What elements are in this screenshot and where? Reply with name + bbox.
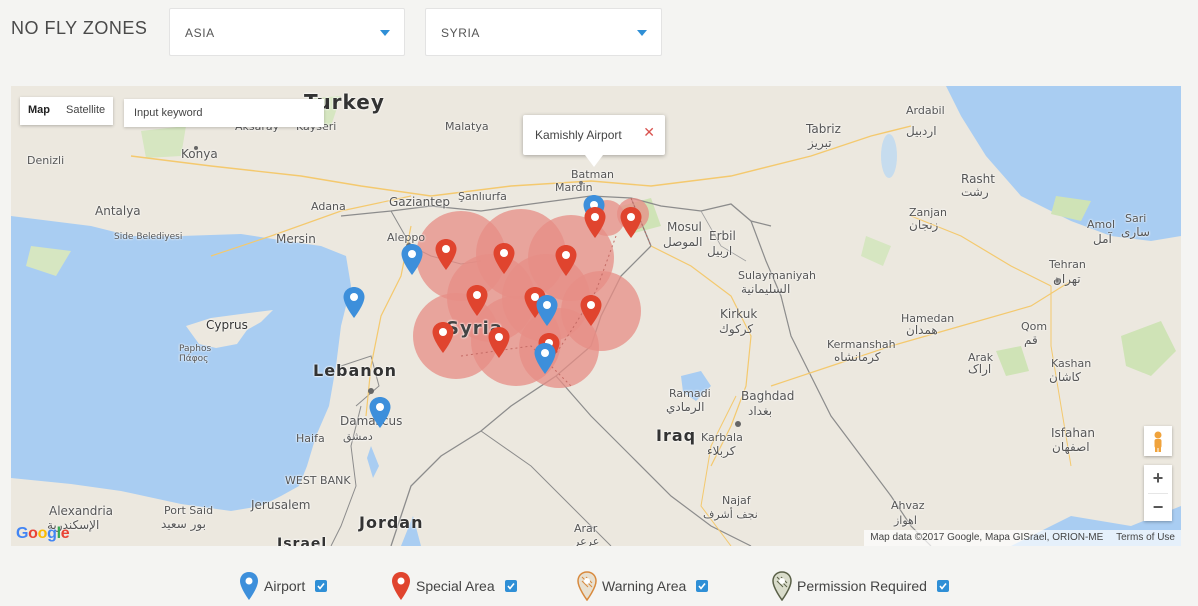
info-window-text: Kamishly Airport (535, 128, 622, 142)
special-area-marker[interactable] (580, 295, 602, 326)
checkmark-icon (506, 583, 515, 590)
google-logo[interactable]: Google (16, 525, 70, 543)
legend-warning-area-label: Warning Area (602, 578, 687, 594)
legend-special-area-label: Special Area (416, 578, 495, 594)
special-area-marker[interactable] (555, 245, 577, 276)
airport-info-window: Kamishly Airport ✕ (523, 115, 665, 167)
google-logo-text: Google (16, 525, 70, 542)
google-logo-letter: e (60, 525, 70, 542)
continent-select-value: ASIA (185, 26, 215, 40)
airport-pin-icon (240, 572, 258, 600)
google-logo-letter: o (28, 525, 38, 542)
permission-required-pin-icon (772, 571, 792, 601)
map-view[interactable]: TurkeyAksarayKayseriMalatyaKonyaDenizliA… (11, 86, 1181, 546)
map-legend: Airport Special Area Warning Area Permis… (0, 570, 1198, 604)
google-logo-letter: G (16, 525, 29, 542)
special-area-pin-icon (392, 572, 410, 600)
zoom-control[interactable]: + − (1144, 465, 1172, 521)
special-area-marker[interactable] (432, 322, 454, 353)
map-type-map-button[interactable]: Map (20, 97, 58, 125)
airport-marker[interactable] (401, 244, 423, 275)
map-type-control[interactable]: Map Satellite (20, 97, 114, 125)
special-area-marker[interactable] (493, 243, 515, 274)
legend-warning-area[interactable]: Warning Area (576, 570, 709, 602)
country-select[interactable]: SYRIA (425, 8, 662, 56)
continent-select[interactable]: ASIA (169, 8, 405, 56)
airport-marker[interactable] (534, 343, 556, 374)
legend-warning-area-checkbox[interactable] (696, 580, 709, 592)
special-area-marker[interactable] (435, 239, 457, 270)
legend-special-area[interactable]: Special Area (390, 570, 517, 602)
map-search-box[interactable] (124, 99, 324, 127)
legend-airport-label: Airport (264, 578, 306, 594)
special-area-marker[interactable] (584, 207, 606, 238)
street-view-pegman-button[interactable] (1144, 426, 1172, 456)
page-title: NO FLY ZONES (11, 18, 148, 38)
airport-marker[interactable] (343, 287, 365, 318)
no-fly-zones-page: NO FLY ZONES ASIA SYRIA Turkey Malatya K… (0, 0, 1198, 606)
zoom-in-button[interactable]: + (1144, 465, 1172, 493)
terms-of-use-link[interactable]: Terms of Use (1116, 532, 1175, 543)
map-type-satellite-button[interactable]: Satellite (58, 97, 113, 125)
special-area-marker[interactable] (488, 327, 510, 358)
legend-permission-required-checkbox[interactable] (936, 580, 949, 592)
google-logo-letter: o (37, 525, 48, 542)
legend-permission-required[interactable]: Permission Required (771, 570, 949, 602)
attribution-text: Map data ©2017 Google, Mapa GISrael, ORI… (870, 532, 1104, 543)
info-window-pointer (585, 155, 603, 167)
legend-airport[interactable]: Airport (238, 570, 328, 602)
zoom-out-button[interactable]: − (1144, 494, 1172, 522)
map-attribution: Map data ©2017 Google, Mapa GISrael, ORI… (864, 530, 1181, 546)
google-logo-letter: g (47, 525, 57, 542)
legend-airport-checkbox[interactable] (315, 580, 328, 592)
chevron-down-icon (380, 30, 390, 36)
chevron-down-icon (637, 30, 647, 36)
checkmark-icon (317, 583, 325, 590)
map-search-input[interactable] (124, 99, 324, 127)
airport-marker[interactable] (369, 397, 391, 428)
country-select-value: SYRIA (441, 26, 481, 40)
special-area-marker[interactable] (620, 207, 642, 238)
warning-area-pin-icon (577, 571, 597, 601)
airport-marker[interactable] (536, 295, 558, 326)
special-area-marker[interactable] (466, 285, 488, 316)
legend-special-area-checkbox[interactable] (504, 580, 517, 592)
close-icon[interactable]: ✕ (643, 124, 655, 141)
checkmark-icon (939, 583, 947, 590)
pegman-icon (1154, 431, 1162, 452)
checkmark-icon (698, 583, 706, 590)
legend-permission-required-label: Permission Required (797, 578, 927, 594)
